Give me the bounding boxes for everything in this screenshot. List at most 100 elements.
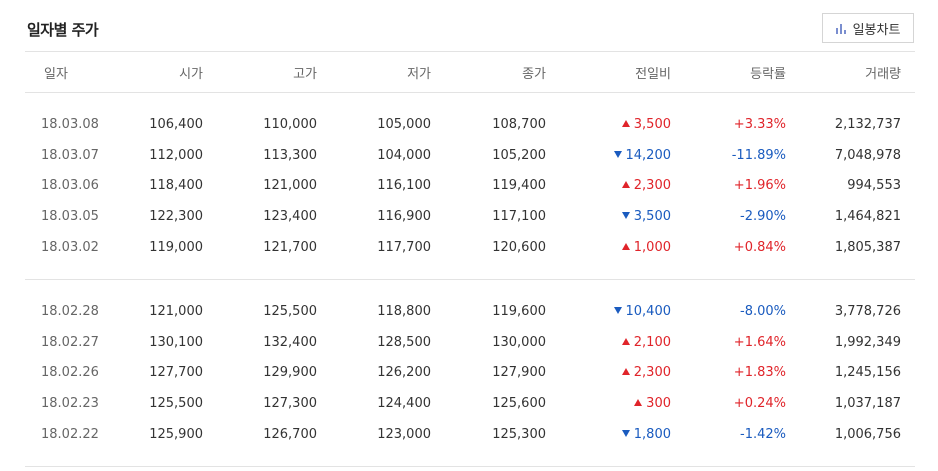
- open-price-cell: 121,000: [149, 303, 203, 319]
- table-body: 18.03.08 106,400 110,000 105,000 108,700 3,50…: [25, 93, 915, 467]
- bar-chart-icon: [835, 23, 846, 34]
- change-cell: 14,200: [546, 148, 671, 163]
- daily-chart-button-label: 일봉차트: [852, 22, 901, 38]
- open-price-cell: 125,900: [149, 427, 203, 443]
- table-row: 18.03.07 112,000 113,300 104,000 105,200 14,2…: [25, 140, 915, 171]
- change-value: 3,500: [633, 116, 671, 132]
- open-price-cell: 119,000: [149, 240, 203, 256]
- triangle-down-icon: [613, 150, 622, 158]
- change-value: 2,100: [633, 334, 671, 350]
- open-price-cell: 122,300: [149, 209, 203, 225]
- table-row: 18.03.06 118,400 121,000 116,100 119,400 2,30…: [25, 171, 915, 202]
- date-cell: 18.02.23: [41, 396, 99, 412]
- low-price-cell: 128,500: [377, 334, 431, 350]
- table-row: 18.02.27 130,100 132,400 128,500 130,000 2,10…: [25, 327, 915, 358]
- low-price-cell: 116,900: [377, 209, 431, 225]
- triangle-down-icon: [613, 306, 622, 314]
- volume-cell: 994,553: [847, 178, 901, 194]
- change-value: 1,800: [633, 427, 671, 443]
- change-cell: 10,400: [546, 304, 671, 319]
- triangle-down-icon: [621, 212, 630, 220]
- open-price-cell: 125,500: [149, 396, 203, 412]
- volume-cell: 1,805,387: [834, 240, 901, 256]
- low-price-cell: 123,000: [377, 427, 431, 443]
- change-cell: 3,500: [546, 209, 671, 224]
- table-row: 18.02.22 125,900 126,700 123,000 125,300 1,80…: [25, 419, 915, 450]
- volume-cell: 1,992,349: [834, 334, 901, 350]
- rate-cell: +0.84%: [733, 240, 786, 256]
- triangle-up-icon: [621, 337, 630, 345]
- volume-cell: 1,006,756: [834, 427, 901, 443]
- triangle-up-icon: [621, 181, 630, 189]
- column-header-change: 전일비: [635, 66, 671, 82]
- open-price-cell: 118,400: [149, 178, 203, 194]
- low-price-cell: 117,700: [377, 240, 431, 256]
- rate-cell: +1.64%: [733, 334, 786, 350]
- triangle-up-icon: [621, 243, 630, 251]
- change-value: 3,500: [633, 209, 671, 225]
- rate-cell: +1.83%: [733, 365, 786, 381]
- volume-cell: 1,037,187: [834, 396, 901, 412]
- open-price-cell: 112,000: [149, 147, 203, 163]
- column-header-date: 일자: [44, 66, 68, 82]
- volume-cell: 1,464,821: [834, 209, 901, 225]
- high-price-cell: 127,300: [263, 396, 317, 412]
- rate-cell: -11.89%: [731, 147, 786, 163]
- close-price-cell: 108,700: [492, 116, 546, 132]
- rate-cell: +1.96%: [733, 178, 786, 194]
- high-price-cell: 110,000: [263, 116, 317, 132]
- column-header-low: 저가: [407, 66, 431, 82]
- change-cell: 3,500: [546, 117, 671, 132]
- change-cell: 2,300: [546, 178, 671, 193]
- low-price-cell: 126,200: [377, 365, 431, 381]
- change-cell: 2,100: [546, 335, 671, 350]
- table-row: 18.03.02 119,000 121,700 117,700 120,600 1,00…: [25, 232, 915, 263]
- close-price-cell: 119,400: [492, 178, 546, 194]
- column-header-volume: 거래량: [865, 66, 901, 82]
- table-row: 18.03.08 106,400 110,000 105,000 108,700 3,50…: [25, 109, 915, 140]
- volume-cell: 7,048,978: [834, 147, 901, 163]
- close-price-cell: 125,600: [492, 396, 546, 412]
- rate-cell: +0.24%: [733, 396, 786, 412]
- triangle-down-icon: [621, 430, 630, 438]
- high-price-cell: 113,300: [263, 147, 317, 163]
- volume-cell: 3,778,726: [834, 303, 901, 319]
- daily-chart-button[interactable]: 일봉차트: [822, 13, 914, 43]
- open-price-cell: 130,100: [149, 334, 203, 350]
- row-group: 18.03.08 106,400 110,000 105,000 108,700 3,50…: [25, 93, 915, 280]
- date-cell: 18.03.05: [41, 209, 99, 225]
- date-cell: 18.02.28: [41, 303, 99, 319]
- date-cell: 18.03.02: [41, 240, 99, 256]
- open-price-cell: 127,700: [149, 365, 203, 381]
- change-cell: 1,000: [546, 240, 671, 255]
- table-row: 18.02.26 127,700 129,900 126,200 127,900 2,30…: [25, 358, 915, 389]
- high-price-cell: 123,400: [263, 209, 317, 225]
- date-cell: 18.02.27: [41, 334, 99, 350]
- change-value: 300: [646, 396, 671, 412]
- change-value: 1,000: [633, 240, 671, 256]
- date-cell: 18.03.06: [41, 178, 99, 194]
- close-price-cell: 105,200: [492, 147, 546, 163]
- close-price-cell: 125,300: [492, 427, 546, 443]
- change-value: 10,400: [625, 303, 672, 319]
- close-price-cell: 119,600: [492, 303, 546, 319]
- high-price-cell: 121,000: [263, 178, 317, 194]
- rate-cell: -2.90%: [740, 209, 786, 225]
- date-cell: 18.02.26: [41, 365, 99, 381]
- section-title: 일자별 주가: [27, 21, 99, 39]
- close-price-cell: 117,100: [492, 209, 546, 225]
- high-price-cell: 121,700: [263, 240, 317, 256]
- column-header-high: 고가: [293, 66, 317, 82]
- low-price-cell: 118,800: [377, 303, 431, 319]
- column-header-open: 시가: [179, 66, 203, 82]
- change-value: 2,300: [633, 365, 671, 381]
- daily-price-table: 일자 시가 고가 저가 종가 전일비 등락률 거래량 18.03.08 106,4…: [25, 51, 915, 467]
- date-cell: 18.03.07: [41, 147, 99, 163]
- rate-cell: +3.33%: [733, 116, 786, 132]
- volume-cell: 2,132,737: [834, 116, 901, 132]
- high-price-cell: 129,900: [263, 365, 317, 381]
- column-header-rate: 등락률: [750, 66, 786, 82]
- open-price-cell: 106,400: [149, 116, 203, 132]
- triangle-up-icon: [621, 368, 630, 376]
- change-value: 14,200: [625, 147, 672, 163]
